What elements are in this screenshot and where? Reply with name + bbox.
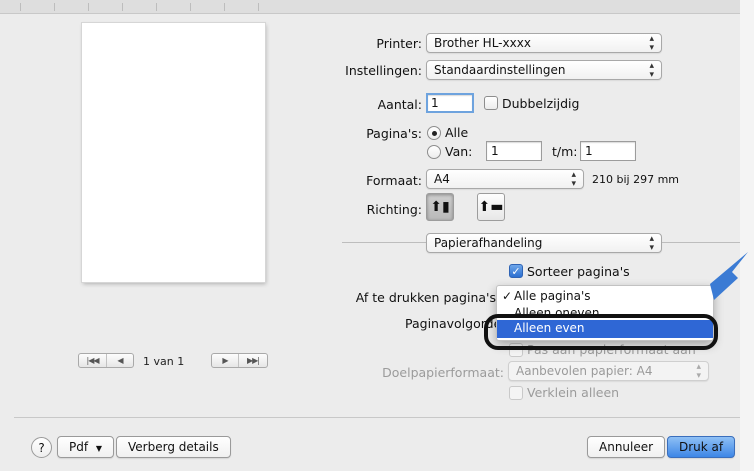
print-button[interactable]: Druk af — [667, 436, 736, 458]
highlight-callout — [484, 314, 718, 350]
cancel-button[interactable]: Annuleer — [587, 436, 666, 458]
two-sided-checkbox[interactable] — [484, 96, 498, 110]
previous-page-icon[interactable]: ◀ — [107, 354, 133, 367]
paper-size-dimensions: 210 bij 297 mm — [592, 173, 680, 186]
collate-label: Sorteer pagina's — [527, 264, 630, 279]
popup-arrows-icon: ▴ ▾ — [571, 170, 576, 189]
dest-paper-value: Aanbevolen papier: A4 — [516, 364, 653, 378]
page-preview — [82, 23, 265, 282]
pages-to-print-label: Af te drukken pagina's — [355, 290, 496, 305]
orientation-label: Richting: — [366, 202, 422, 217]
paper-size-popup[interactable]: A4 ▴ ▾ — [426, 169, 584, 189]
preview-nav-back[interactable]: |◀◀ ◀ — [78, 353, 134, 368]
pages-range-radio[interactable] — [427, 145, 441, 159]
last-page-icon[interactable]: ▶▶| — [239, 354, 267, 367]
portrait-icon: ⬆▮ — [430, 199, 450, 215]
presets-value: Standaardinstellingen — [434, 63, 566, 77]
pages-all-radio[interactable] — [427, 126, 441, 140]
pages-to-label: t/m: — [552, 144, 578, 159]
scale-down-only-checkbox[interactable] — [509, 386, 523, 400]
pages-from-field[interactable]: 1 — [486, 141, 542, 161]
scale-down-only-label: Verklein alleen — [527, 385, 620, 400]
popup-arrows-icon: ▴ ▾ — [649, 61, 654, 80]
landscape-icon: ⬆▬ — [478, 199, 504, 215]
window-top-edge — [0, 0, 754, 14]
printer-label: Printer: — [376, 36, 422, 51]
copies-field[interactable]: 1 — [426, 93, 474, 113]
section-divider-right — [662, 242, 740, 243]
first-page-icon[interactable]: |◀◀ — [79, 354, 107, 367]
print-dialog: |◀◀ ◀ 1 van 1 ▶ ▶▶| Printer: Brother HL-… — [0, 0, 754, 471]
popup-arrows-icon: ▴ ▾ — [696, 362, 701, 381]
copies-label: Aantal: — [377, 97, 422, 112]
chevron-down-icon: ▼ — [95, 444, 103, 453]
menu-item-all-pages[interactable]: ✓ Alle pagina's — [497, 288, 713, 306]
checkmark-icon: ✓ — [502, 289, 513, 303]
help-button[interactable]: ? — [31, 437, 52, 458]
dest-paper-popup[interactable]: Aanbevolen papier: A4 ▴ ▾ — [508, 361, 709, 381]
annotation-arrow-icon — [710, 252, 748, 300]
dest-paper-label: Doelpapierformaat: — [382, 365, 504, 380]
collate-checkbox[interactable]: ✓ — [509, 264, 523, 278]
section-popup[interactable]: Papierafhandeling ▴ ▾ — [426, 233, 662, 253]
presets-label: Instellingen: — [345, 63, 422, 78]
bottom-divider — [14, 417, 740, 418]
pages-label: Pagina's: — [366, 126, 422, 141]
pages-all-label: Alle — [445, 125, 469, 140]
popup-arrows-icon: ▴ ▾ — [649, 234, 654, 253]
section-value: Papierafhandeling — [434, 236, 543, 250]
next-page-icon[interactable]: ▶ — [212, 354, 239, 367]
pages-from-label: Van: — [445, 144, 473, 159]
two-sided-label: Dubbelzijdig — [502, 96, 580, 111]
pdf-label: Pdf — [69, 440, 89, 454]
landscape-orientation-button[interactable]: ⬆▬ — [477, 193, 505, 221]
popup-arrows-icon: ▴ ▾ — [649, 34, 654, 53]
printer-value: Brother HL-xxxx — [434, 36, 531, 50]
portrait-orientation-button[interactable]: ⬆▮ — [426, 193, 454, 221]
hide-details-button[interactable]: Verberg details — [116, 436, 231, 458]
printer-popup[interactable]: Brother HL-xxxx ▴ ▾ — [426, 33, 662, 53]
paper-size-label: Formaat: — [366, 173, 422, 188]
section-divider-left — [342, 242, 426, 243]
checkmark-icon: ✓ — [511, 264, 521, 278]
presets-popup[interactable]: Standaardinstellingen ▴ ▾ — [426, 60, 662, 80]
preview-page-indicator: 1 van 1 — [143, 355, 185, 368]
pdf-button[interactable]: Pdf ▼ — [57, 436, 115, 458]
pages-to-field[interactable]: 1 — [580, 141, 636, 161]
paper-size-value: A4 — [434, 172, 450, 186]
window-right-edge — [740, 0, 754, 471]
preview-nav-forward[interactable]: ▶ ▶▶| — [211, 353, 268, 368]
menu-item-label: Alle pagina's — [514, 289, 591, 303]
